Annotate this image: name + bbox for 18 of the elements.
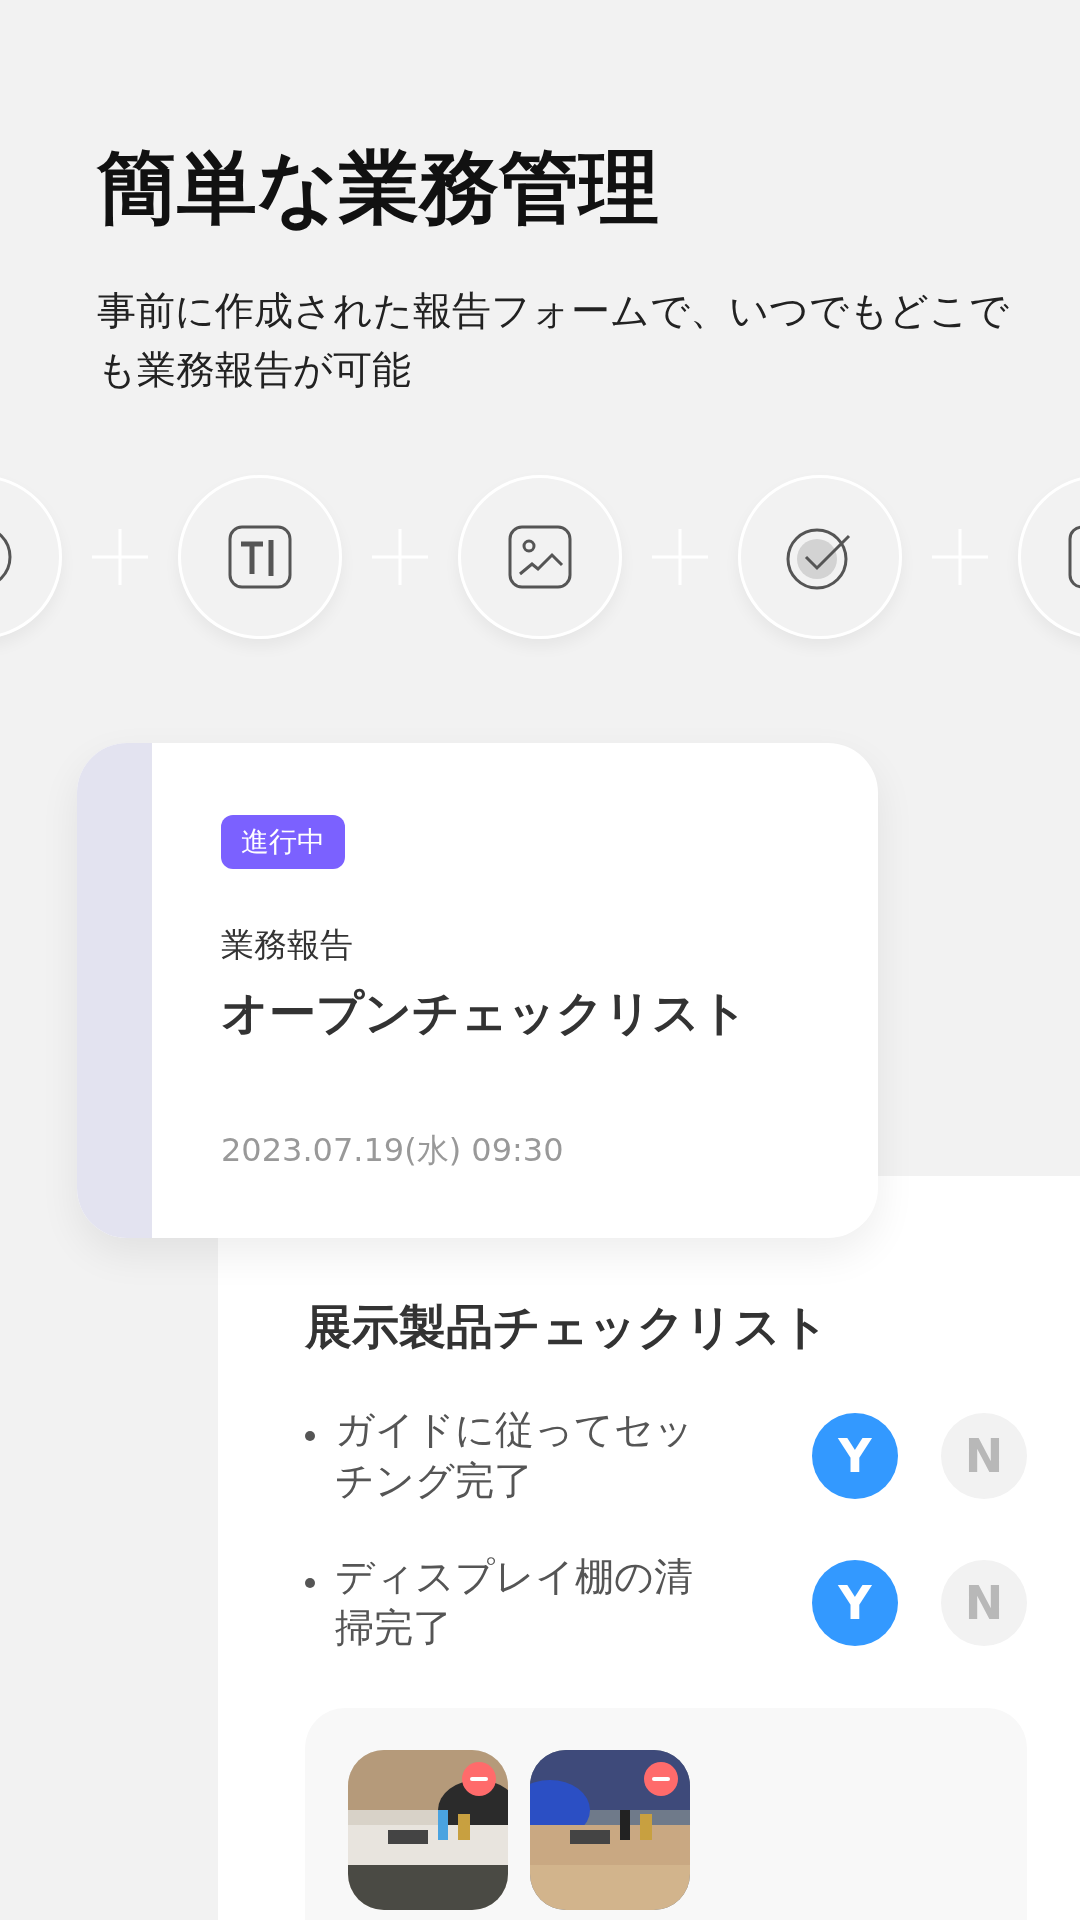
answer-button[interactable]: N <box>941 1412 1027 1499</box>
answer-button[interactable]: Y <box>812 1560 898 1647</box>
subtitle: 事前に作成された報告フォームで、いつでもどこでも業務報告が可能 <box>97 287 1010 394</box>
answer-button[interactable]: Y <box>812 1412 898 1499</box>
report-card[interactable]: 進行中 業務報告 オープンチェックリスト 2023.07.19(水) 09:30 <box>77 743 878 1238</box>
status-badge: 進行中 <box>221 815 345 869</box>
remove-icon[interactable] <box>462 1761 496 1796</box>
report-date: 2023.07.19(水) 09:30 <box>221 1130 564 1171</box>
answer-button[interactable]: N <box>941 1560 1027 1647</box>
checklist-item-text: ガイドに従ってセッチング完了 <box>335 1406 695 1505</box>
checklist-item-text: ディスプレイ棚の清掃完了 <box>335 1553 694 1653</box>
report-category: 業務報告 <box>221 924 353 966</box>
remove-icon[interactable] <box>644 1761 678 1796</box>
report-title: オープンチェックリスト <box>221 984 748 1042</box>
page-heading: 簡単な業務管理 <box>97 140 660 236</box>
bullet-icon <box>305 1578 315 1589</box>
bullet-icon <box>305 1431 315 1441</box>
checklist-title: 展示製品チェックリスト <box>305 1298 830 1356</box>
